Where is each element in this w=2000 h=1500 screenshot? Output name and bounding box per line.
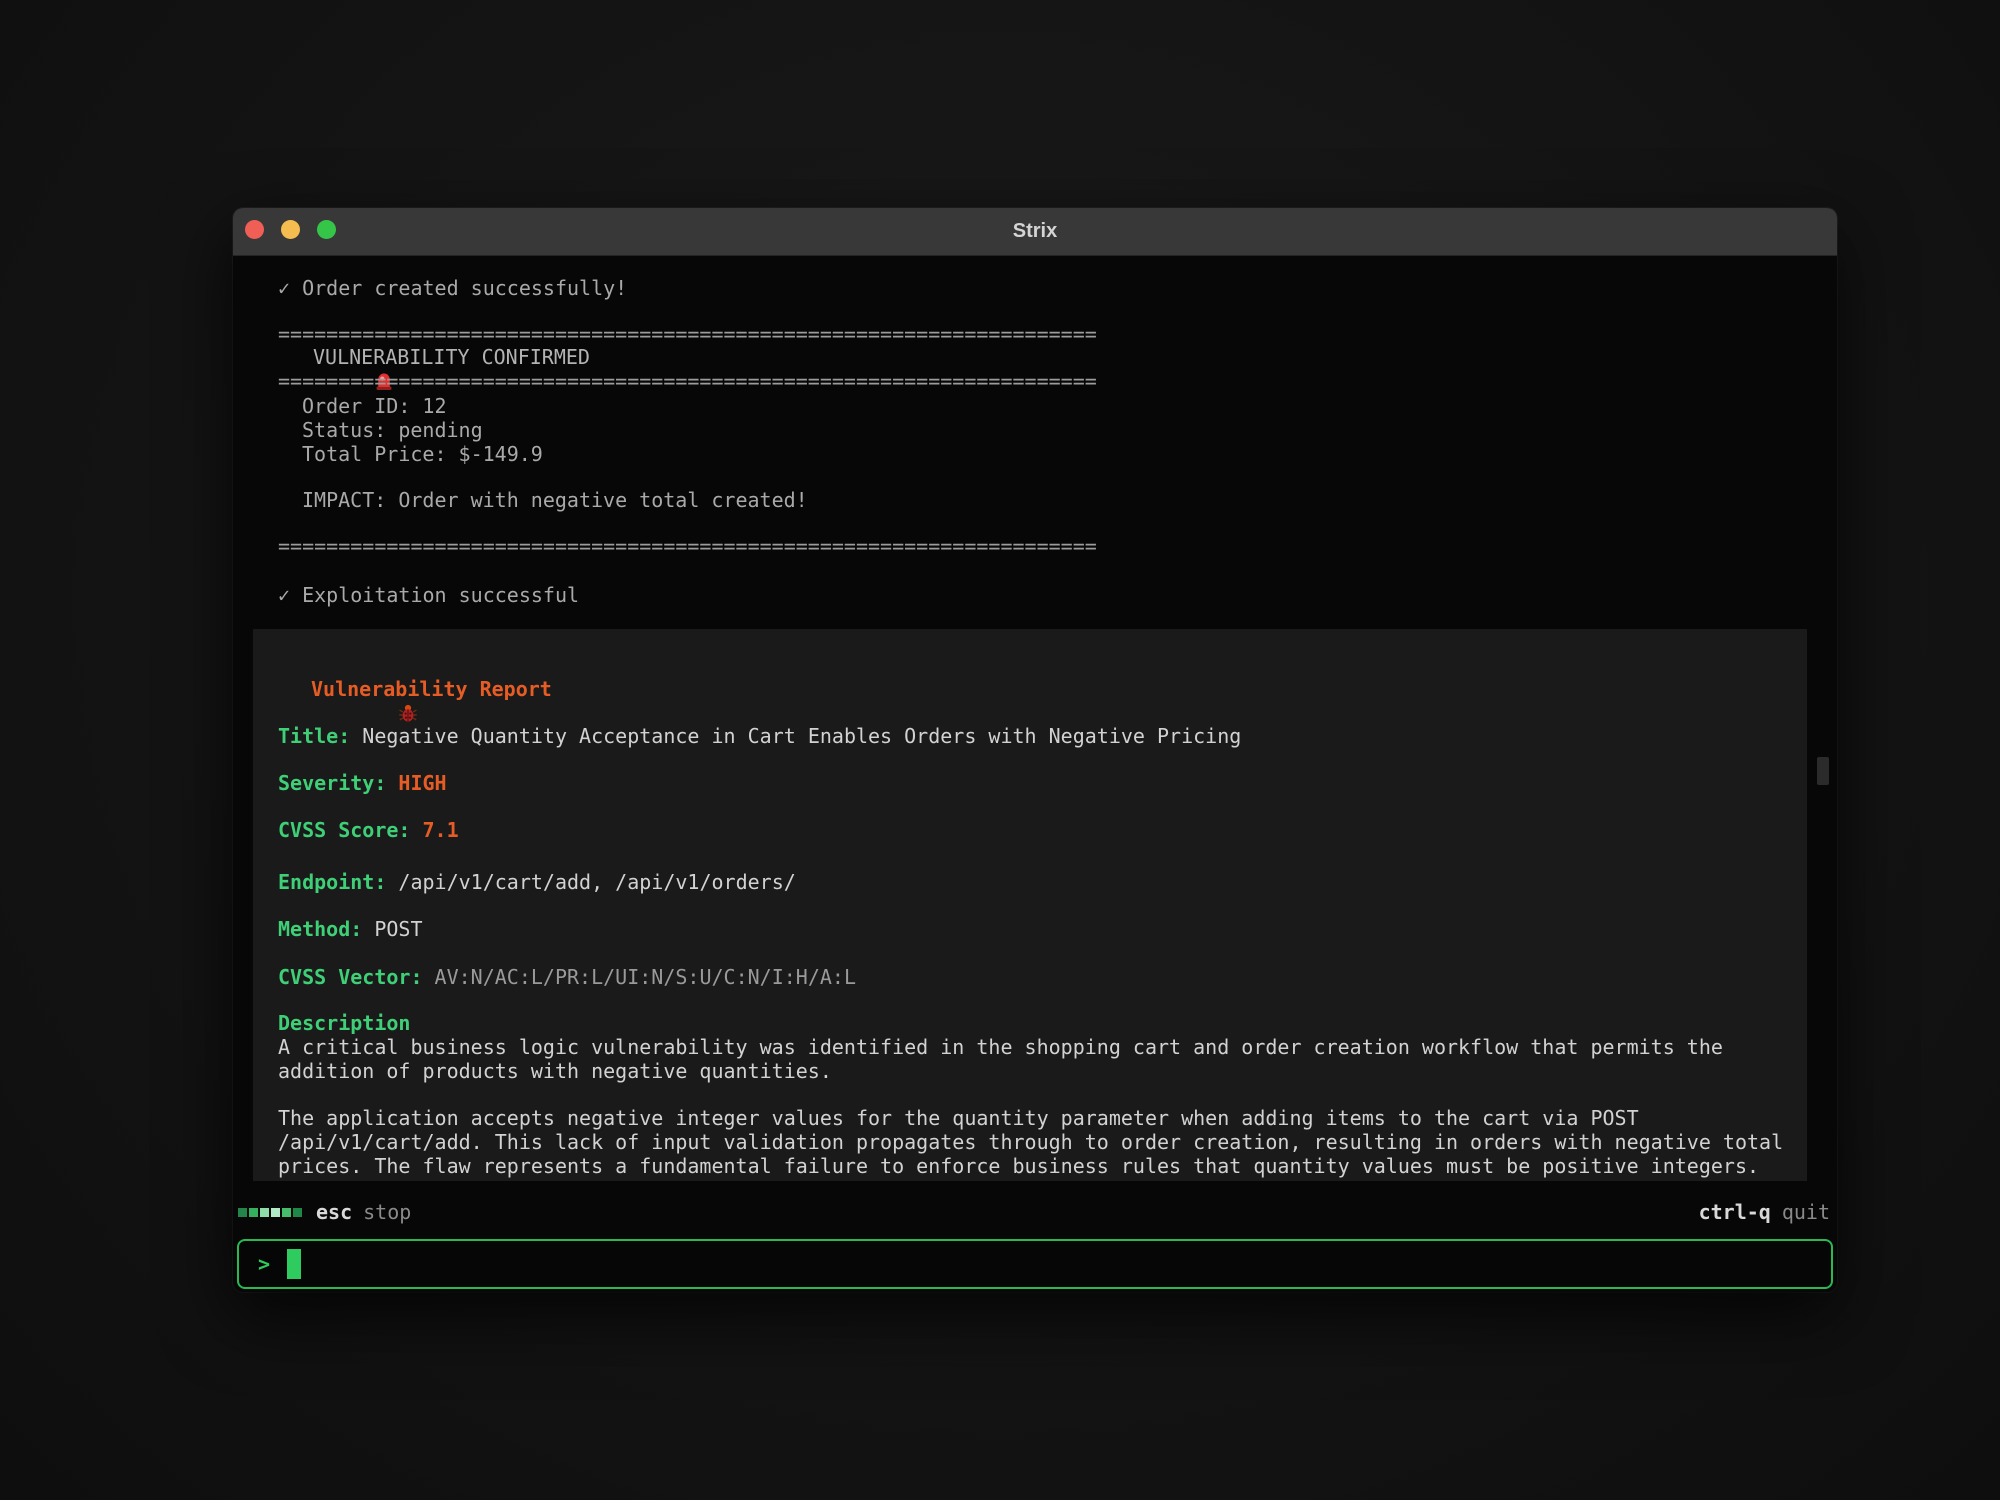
- scrollbar-thumb[interactable]: [1817, 757, 1829, 785]
- status-bar: esc stop ctrl-q quit: [238, 1200, 1830, 1224]
- siren-icon: [278, 347, 298, 367]
- spinner-segment: [293, 1208, 302, 1217]
- report-field-cvss-vector: CVSS Vector: AV:N/AC:L/PR:L/UI:N/S:U/C:N…: [278, 965, 856, 989]
- report-field-method: Method: POST: [278, 917, 423, 941]
- app-window: Strix ✓ Order created successfully! ====…: [233, 208, 1837, 1292]
- vulnerability-report-panel: Vulnerability Report Title: Negative Qua…: [253, 629, 1807, 1181]
- field-label: CVSS Vector:: [278, 965, 423, 989]
- window-title: Strix: [233, 208, 1837, 255]
- order-details: Order ID: 12 Status: pending Total Price…: [302, 394, 543, 466]
- report-field-title: Title: Negative Quantity Acceptance in C…: [278, 724, 1241, 748]
- report-field-endpoint: Endpoint: /api/v1/cart/add, /api/v1/orde…: [278, 870, 796, 894]
- field-label: Title:: [278, 724, 350, 748]
- field-value: /api/v1/cart/add, /api/v1/orders/: [398, 870, 795, 894]
- field-label: Method:: [278, 917, 362, 941]
- report-field-severity: Severity: HIGH: [278, 771, 447, 795]
- text-cursor: [287, 1249, 301, 1279]
- quit-action-label[interactable]: quit: [1782, 1200, 1830, 1224]
- spinner-segment: [260, 1208, 269, 1217]
- quit-key-hint[interactable]: ctrl-q: [1699, 1200, 1771, 1224]
- field-value: AV:N/AC:L/PR:L/UI:N/S:U/C:N/I:H/A:L: [435, 965, 856, 989]
- prompt-symbol: >: [258, 1252, 270, 1276]
- command-input[interactable]: >: [237, 1239, 1833, 1289]
- order-success-line: ✓ Order created successfully!: [278, 276, 627, 300]
- field-label: CVSS Score:: [278, 818, 410, 842]
- vulnerability-confirmed-label: VULNERABILITY CONFIRMED: [313, 345, 590, 369]
- field-value: POST: [374, 917, 422, 941]
- report-field-cvss-score: CVSS Score: 7.1: [278, 818, 459, 842]
- esc-action-label[interactable]: stop: [363, 1200, 411, 1224]
- separator-line: ========================================…: [278, 369, 1097, 393]
- spinner-segment: [238, 1208, 247, 1217]
- vulnerability-confirmed-banner: VULNERABILITY CONFIRMED: [278, 345, 590, 369]
- spinner-segment: [249, 1208, 258, 1217]
- report-heading-row: Vulnerability Report: [278, 677, 552, 701]
- separator-line: ========================================…: [278, 322, 1097, 346]
- spinner-segment: [282, 1208, 291, 1217]
- title-bar: Strix: [233, 208, 1837, 256]
- exploit-success-line: ✓ Exploitation successful: [278, 583, 579, 607]
- terminal-output: ✓ Order created successfully! ==========…: [233, 255, 1837, 1292]
- description-heading: Description: [278, 1011, 410, 1035]
- activity-spinner: [238, 1208, 302, 1217]
- esc-key-hint[interactable]: esc: [316, 1200, 352, 1224]
- field-value: Negative Quantity Acceptance in Cart Ena…: [362, 724, 1241, 748]
- description-paragraph: The application accepts negative integer…: [278, 1106, 1798, 1178]
- field-value: 7.1: [423, 818, 459, 842]
- field-value: HIGH: [398, 771, 446, 795]
- field-label: Endpoint:: [278, 870, 386, 894]
- field-label: Severity:: [278, 771, 386, 795]
- report-heading: Vulnerability Report: [311, 677, 552, 701]
- spinner-segment: [271, 1208, 280, 1217]
- bug-icon: [278, 679, 298, 699]
- description-paragraph: A critical business logic vulnerability …: [278, 1035, 1798, 1083]
- separator-line: ========================================…: [278, 534, 1097, 558]
- impact-line: IMPACT: Order with negative total create…: [302, 488, 808, 512]
